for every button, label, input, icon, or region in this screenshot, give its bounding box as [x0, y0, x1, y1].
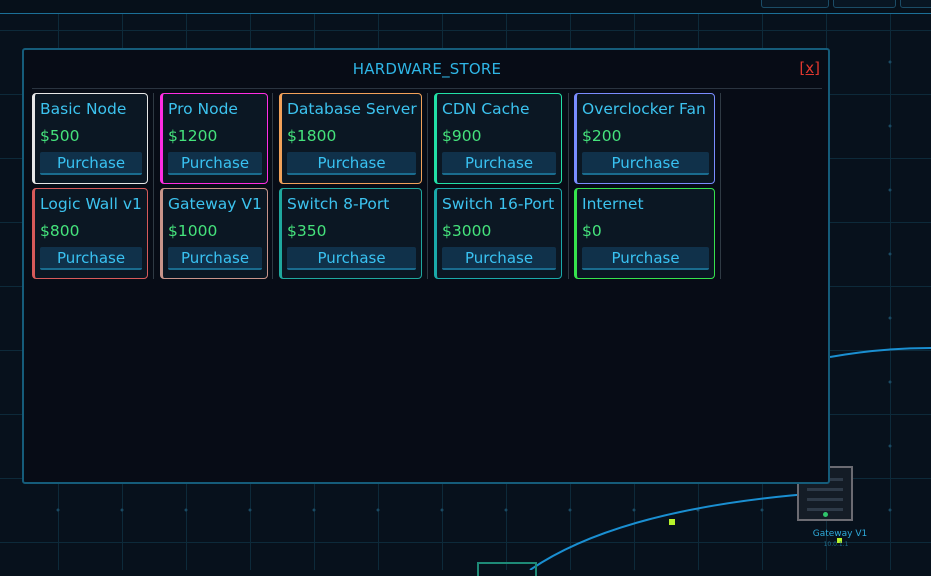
purchase-button[interactable]: Purchase: [287, 152, 416, 175]
store-item-card: Logic Wall v1 $800 Purchase: [32, 188, 148, 279]
hardware-store-modal: HARDWARE_STORE [x] Basic Node $500 Purch…: [22, 48, 830, 484]
item-price: $800: [40, 222, 80, 240]
item-price: $350: [287, 222, 327, 240]
item-name: Pro Node: [168, 100, 238, 118]
purchase-button[interactable]: Purchase: [582, 247, 709, 270]
purchase-button[interactable]: Purchase: [40, 247, 142, 270]
close-button[interactable]: [x]: [799, 59, 820, 77]
store-item-card: Switch 16-Port $3000 Purchase: [434, 188, 562, 279]
item-name: Internet: [582, 195, 644, 213]
store-item-card: Switch 8-Port $350 Purchase: [279, 188, 422, 279]
network-cable: [529, 492, 821, 570]
network-node[interactable]: [477, 562, 537, 576]
purchase-button[interactable]: Purchase: [582, 152, 709, 175]
item-price: $200: [582, 127, 622, 145]
purchase-button[interactable]: Purchase: [442, 247, 556, 270]
item-name: Basic Node: [40, 100, 127, 118]
gateway-node-ip: 10.0.1.1: [823, 541, 849, 548]
purchase-button[interactable]: Purchase: [168, 152, 262, 175]
item-price: $0: [582, 222, 602, 240]
item-price: $900: [442, 127, 482, 145]
item-name: Logic Wall v1: [40, 195, 142, 213]
modal-title: HARDWARE_STORE: [352, 60, 502, 78]
item-name: CDN Cache: [442, 100, 530, 118]
item-price: $1200: [168, 127, 218, 145]
column-divider: [427, 93, 428, 279]
column-divider: [720, 93, 721, 279]
item-name: Gateway V1: [168, 195, 262, 213]
store-item-card: Gateway V1 $1000 Purchase: [160, 188, 268, 279]
item-price: $3000: [442, 222, 492, 240]
store-item-card: Basic Node $500 Purchase: [32, 93, 148, 184]
store-item-card: Overclocker Fan $200 Purchase: [574, 93, 715, 184]
item-name: Overclocker Fan: [582, 100, 706, 118]
store-item-card: Internet $0 Purchase: [574, 188, 715, 279]
purchase-button[interactable]: Purchase: [287, 247, 416, 270]
column-divider: [153, 93, 154, 279]
column-divider: [272, 93, 273, 279]
modal-header: HARDWARE_STORE [x]: [32, 50, 822, 89]
data-packet: [669, 519, 675, 525]
item-name: Switch 16-Port: [442, 195, 555, 213]
item-price: $1800: [287, 127, 337, 145]
column-divider: [568, 93, 569, 279]
gateway-node-label: Gateway V1: [812, 529, 868, 539]
network-cable: [829, 347, 931, 358]
item-name: Database Server: [287, 100, 417, 118]
status-led-icon: [823, 512, 828, 517]
item-price: $500: [40, 127, 80, 145]
store-item-card: Pro Node $1200 Purchase: [160, 93, 268, 184]
item-price: $1000: [168, 222, 218, 240]
store-item-card: Database Server $1800 Purchase: [279, 93, 422, 184]
item-name: Switch 8-Port: [287, 195, 390, 213]
purchase-button[interactable]: Purchase: [40, 152, 142, 175]
purchase-button[interactable]: Purchase: [168, 247, 262, 270]
store-item-card: CDN Cache $900 Purchase: [434, 93, 562, 184]
purchase-button[interactable]: Purchase: [442, 152, 556, 175]
